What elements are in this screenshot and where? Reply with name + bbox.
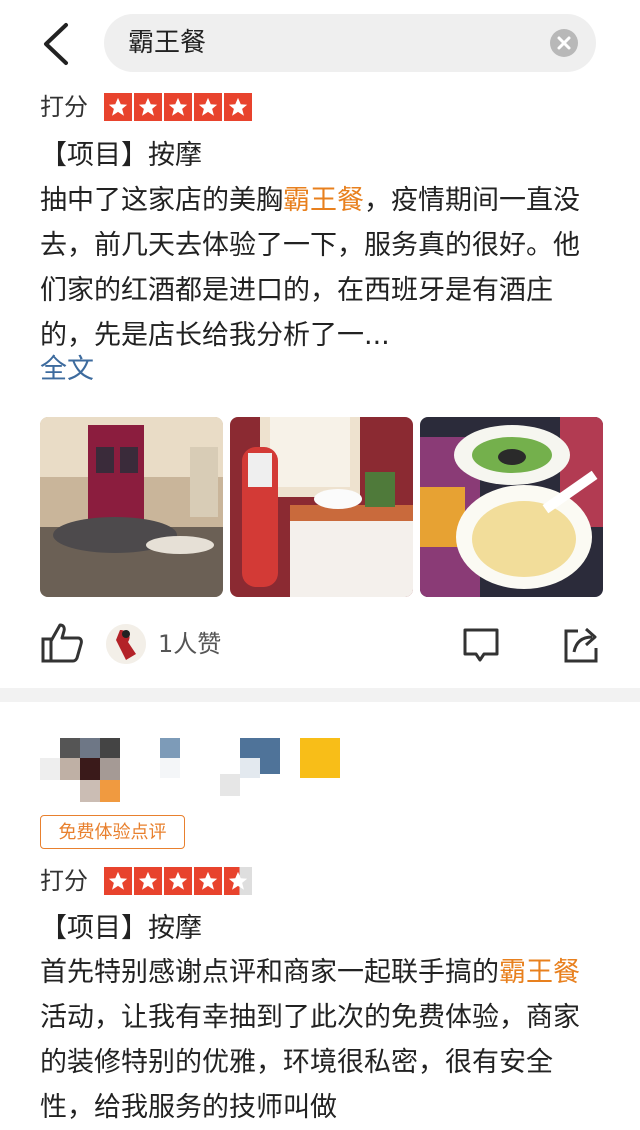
search-query: 霸王餐 <box>128 28 207 58</box>
rating-stars <box>104 867 252 895</box>
star-icon <box>104 867 132 895</box>
rating-label: 打分 <box>40 867 88 895</box>
share-icon <box>564 627 598 663</box>
star-icon <box>164 93 192 121</box>
section-divider <box>0 688 640 702</box>
star-icon <box>104 93 132 121</box>
free-trial-badge: 免费体验点评 <box>40 815 185 849</box>
star-icon <box>134 867 162 895</box>
project-label: 【项目】按摩 <box>40 140 202 171</box>
star-icon <box>164 867 192 895</box>
like-button[interactable] <box>40 621 84 665</box>
clear-search-button[interactable] <box>550 29 578 57</box>
review-text-part: 抽中了这家店的美胸 <box>40 185 283 216</box>
thumbs-up-icon <box>41 623 83 663</box>
review-text-part: 首先特别感谢点评和商家一起联手搞的 <box>40 957 499 988</box>
share-button[interactable] <box>562 624 600 664</box>
back-button[interactable] <box>40 22 76 66</box>
like-count: 1人赞 <box>158 630 222 658</box>
search-input[interactable]: 霸王餐 <box>104 14 596 72</box>
half-star-icon <box>224 867 252 895</box>
reviewer-info-blurred <box>40 738 340 806</box>
comment-icon <box>463 628 499 662</box>
star-icon <box>134 93 162 121</box>
close-icon <box>557 36 571 50</box>
review-text: 抽中了这家店的美胸霸王餐，疫情期间一直没去，前几天去体验了一下，服务真的很好。他… <box>40 178 600 358</box>
review-text-part: 活动，让我有幸抽到了此次的免费体验，商家的装修特别的优雅，环境很私密，很有安全性… <box>40 1002 580 1123</box>
read-more-link[interactable]: 全文 <box>40 353 94 387</box>
review-photo-lounge[interactable] <box>40 417 223 597</box>
comment-button[interactable] <box>462 626 500 664</box>
star-icon <box>224 93 252 121</box>
project-label: 【项目】按摩 <box>40 913 202 944</box>
highlight-keyword[interactable]: 霸王餐 <box>283 185 364 216</box>
avatar[interactable] <box>106 624 146 664</box>
star-icon <box>194 867 222 895</box>
star-icon <box>194 93 222 121</box>
review-text: 首先特别感谢点评和商家一起联手搞的霸王餐活动，让我有幸抽到了此次的免费体验，商家… <box>40 950 600 1130</box>
chevron-left-icon <box>44 23 68 65</box>
review-photo-room[interactable] <box>230 417 413 597</box>
rating-label: 打分 <box>40 93 88 121</box>
review-photo-food[interactable] <box>420 417 603 597</box>
highlight-keyword[interactable]: 霸王餐 <box>499 957 580 988</box>
rating-stars <box>104 93 252 121</box>
